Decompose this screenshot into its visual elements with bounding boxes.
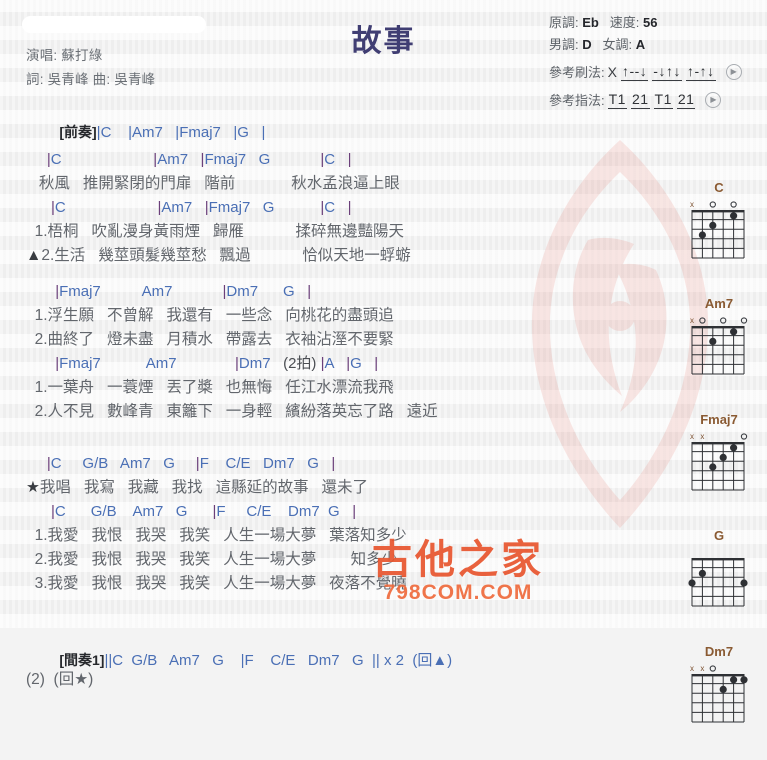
strumming-pattern-label: 參考刷法: xyxy=(549,65,605,80)
key-tempo-row: 原調: Eb 速度: 56 xyxy=(549,12,764,31)
lyric-row: 秋風 推開緊閉的門扉 階前 秋水孟浪逼上眼 xyxy=(26,175,400,192)
male-key-value: D xyxy=(582,37,592,52)
lyric-row: 1.我愛 我恨 我哭 我笑 人生一場大夢 葉落知多少 xyxy=(26,527,407,544)
chord-diagram-name: G xyxy=(713,528,725,543)
chord-grid-icon: xx xyxy=(690,432,748,491)
svg-text:x: x xyxy=(690,316,694,325)
strum-group-2: -↓↑↓ xyxy=(652,62,682,81)
chord-diagram-name: Dm7 xyxy=(704,644,734,659)
lyric-row: 1.一葉舟 一蓑煙 丟了槳 也無悔 任江水漂流我飛 xyxy=(26,379,394,396)
chord-grid-icon: x xyxy=(690,200,745,259)
chord-diagram-fmaj7: Fmaj7 x x xyxy=(677,412,761,506)
chord-grid-icon xyxy=(688,558,748,607)
play-icon-strumming[interactable]: ▶ xyxy=(725,63,742,80)
tempo-label: 速度: xyxy=(609,15,640,30)
fingerstyle-group-4: 21 xyxy=(676,90,696,109)
chord-diagram-am7: Am7 x xyxy=(677,296,761,390)
lyric-row: ▲2.生活 幾莖頭髮幾莖愁 飄過 恰似天地一蜉蝣 xyxy=(26,247,411,264)
female-key-value: A xyxy=(635,37,646,52)
chord-row: |C G/B Am7 G |F C/E Dm7 G | xyxy=(46,455,336,472)
chord-row: |C |Am7 |Fmaj7 G |C | xyxy=(46,151,352,168)
chord-row: |C |Am7 |Fmaj7 G |C | xyxy=(51,199,352,216)
lyric-row: 2.我愛 我恨 我哭 我笑 人生一場大夢 知多少 xyxy=(26,551,398,568)
chord-grid-icon: xx xyxy=(690,664,748,723)
chord-diagram-dm7: Dm7 x x xyxy=(677,644,761,738)
strum-group-3: ↑-↑↓ xyxy=(685,62,716,81)
strum-group-1: ↑--↓ xyxy=(620,62,649,81)
male-key-label: 男調: xyxy=(549,37,579,52)
section-verse-2: |Fmaj7 Am7 |Dm7 G | 1.浮生願 不曾解 我還有 一些念 向桃… xyxy=(0,280,676,424)
chord-row: |Fmaj7 Am7 |Dm7 G | xyxy=(55,283,312,300)
svg-text:x: x xyxy=(690,664,694,673)
svg-text:x: x xyxy=(700,432,704,441)
original-key-value: Eb xyxy=(582,15,599,30)
intro-row: [前奏]|C |Am7 |Fmaj7 |G | xyxy=(0,96,676,141)
section-verse-1: |C |Am7 |Fmaj7 G |C | 秋風 推開緊閉的門扉 階前 秋水孟浪… xyxy=(0,148,676,268)
section-chorus: |C G/B Am7 G |F C/E Dm7 G | ★我唱 我寫 我藏 我找 … xyxy=(0,452,676,596)
chord-diagram-name: Am7 xyxy=(704,296,734,311)
female-key-label: 女調: xyxy=(602,37,633,52)
chord-grid-icon: x xyxy=(690,316,748,375)
tempo-value: 56 xyxy=(642,15,658,30)
lyric-row: 2.曲終了 燈未盡 月積水 帶露去 衣袖沾溼不要緊 xyxy=(26,331,394,348)
interlude-tag: [間奏1] xyxy=(59,652,105,668)
chord-diagram-column: Cx Am7 x Fmaj7 x x G Dm7 x x xyxy=(677,180,761,760)
intro-chords: |C |Am7 |Fmaj7 |G | xyxy=(96,124,266,141)
svg-text:x: x xyxy=(690,432,694,441)
chord-diagram-c: Cx xyxy=(677,180,761,274)
lyric-row: 3.我愛 我恨 我哭 我笑 人生一場大夢 夜落不覺曉 xyxy=(26,575,407,592)
gender-key-row: 男調: D 女調: A xyxy=(549,34,764,53)
lyric-row: 2.人不見 數峰青 東籬下 一身輕 繽紛落英忘了路 遠近 xyxy=(26,403,438,420)
svg-text:x: x xyxy=(700,664,704,673)
chord-diagram-name: C xyxy=(714,180,724,195)
intro-tag: [前奏] xyxy=(59,124,97,140)
original-key-label: 原調: xyxy=(549,15,579,30)
lyric-row: 1.梧桐 吹亂漫身黃雨煙 歸雁 揉碎無邊豔陽天 xyxy=(26,223,405,240)
section-intro: [前奏]|C |Am7 |Fmaj7 |G | xyxy=(0,96,676,141)
writer-credits-line: 詞: 吳青峰 曲: 吳青峰 xyxy=(26,72,156,87)
strumming-x-marker: X xyxy=(607,63,617,80)
chord-diagram-g: G xyxy=(677,528,761,622)
strumming-pattern-row: 參考刷法: X ↑--↓ -↓↑↓ ↑-↑↓ ▶ xyxy=(549,62,764,81)
chord-diagram-name: Fmaj7 xyxy=(700,412,738,427)
chord-row: |Fmaj7 Am7 |Dm7 (2拍) |A |G | xyxy=(55,355,379,372)
lyric-row: 1.浮生願 不曾解 我還有 一些念 向桃花的盡頭追 xyxy=(26,307,394,324)
chord-row: |C G/B Am7 G |F C/E Dm7 G | xyxy=(51,503,357,520)
chord-sheet: [前奏]|C |Am7 |Fmaj7 |G | |C |Am7 |Fmaj7 G… xyxy=(0,96,676,694)
svg-text:x: x xyxy=(690,200,694,209)
lyric-row: ★我唱 我寫 我藏 我找 這縣延的故事 還未了 xyxy=(26,479,369,496)
song-info-panel: 原調: Eb 速度: 56 男調: D 女調: A 參考刷法: X ↑--↓ -… xyxy=(549,12,764,109)
interlude-chords: ||C G/B Am7 G |F C/E Dm7 G || x 2 (回▲) xyxy=(104,652,453,669)
play-icon-fingerstyle[interactable]: ▶ xyxy=(705,91,722,108)
